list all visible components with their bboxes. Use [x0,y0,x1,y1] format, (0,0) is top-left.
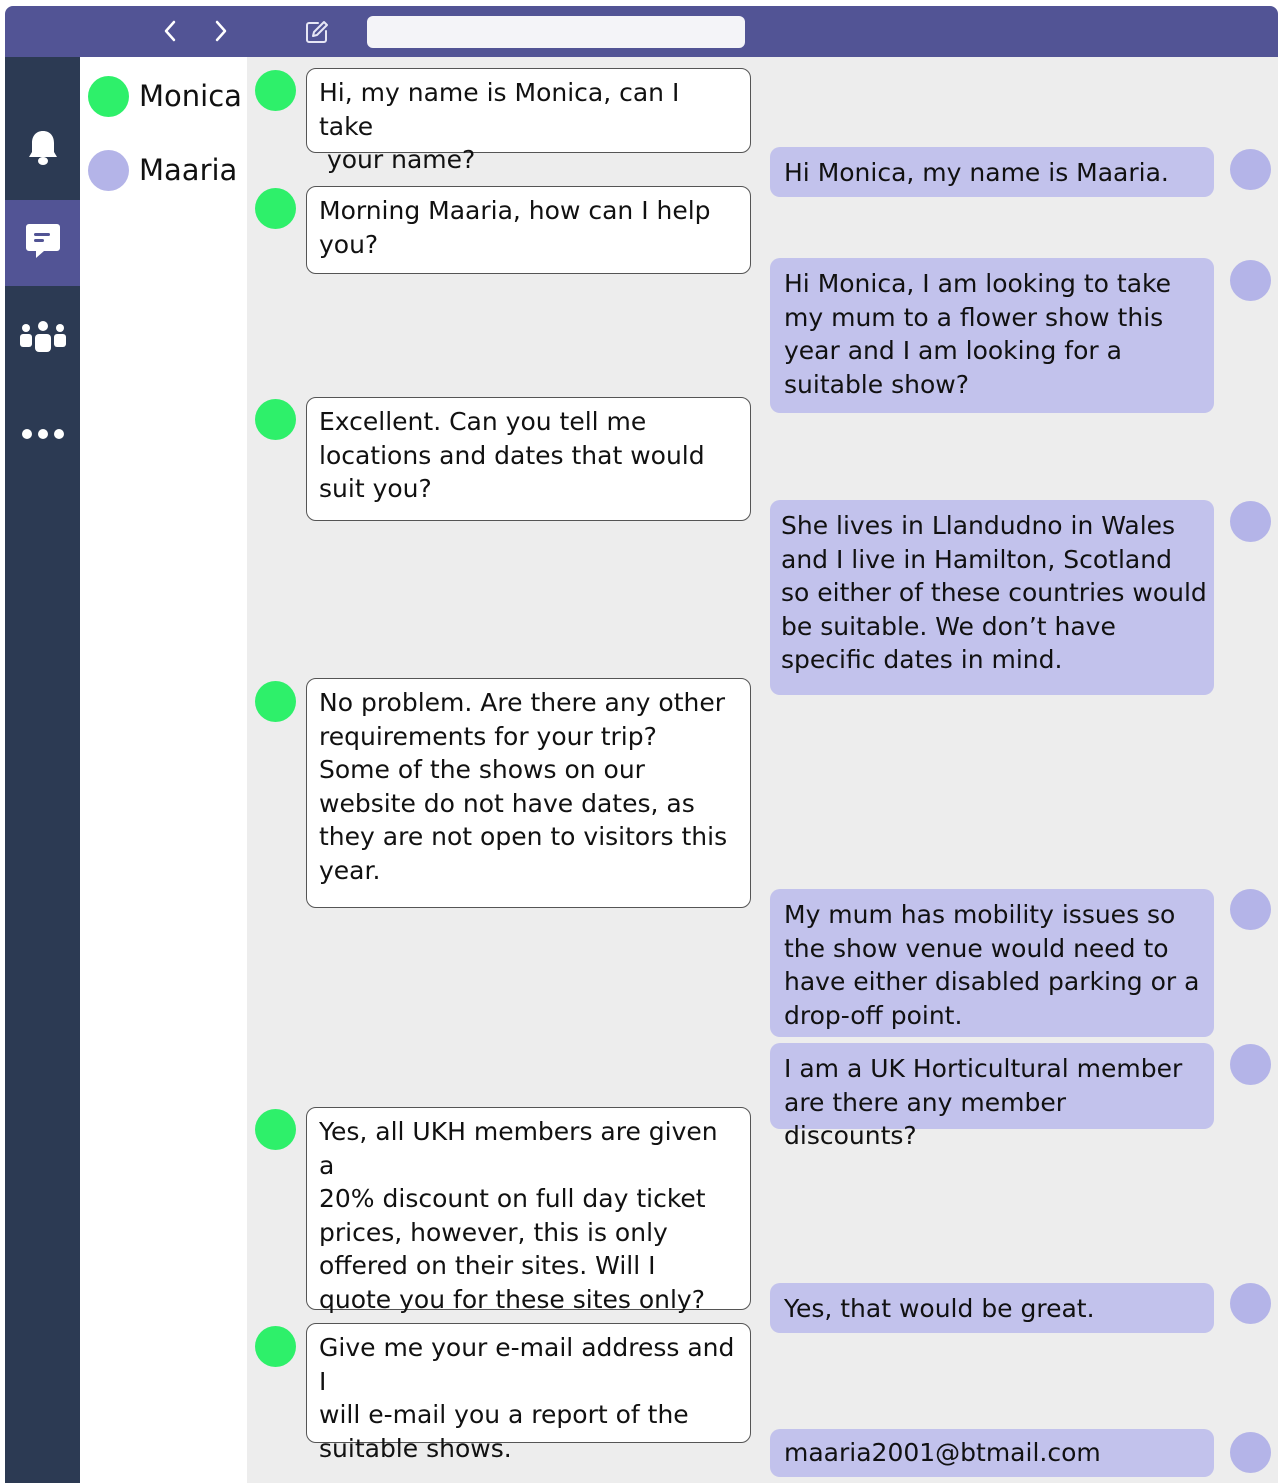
rail-item-teams[interactable] [5,297,80,383]
avatar-monica [255,1109,296,1150]
contact-name: Maaria [139,153,238,187]
rail-item-notifications[interactable] [5,106,80,192]
compose-icon[interactable] [303,18,331,46]
message-bubble-monica: Yes, all UKH members are given a 20% dis… [306,1107,751,1314]
title-bar [5,6,1278,57]
more-icon [21,425,65,444]
contact-monica[interactable]: Monica [88,74,242,118]
rail-item-chat[interactable] [5,200,80,286]
message-bubble-maaria: Hi Monica, I am looking to take my mum t… [770,258,1214,413]
chevron-left-icon[interactable] [157,18,183,44]
message-bubble-maaria: She lives in Llandudno in Wales and I li… [770,500,1214,695]
search-input[interactable] [367,16,745,48]
avatar-monica [255,1326,296,1367]
chat-icon [24,221,62,265]
people-icon [19,320,67,360]
message-bubble-monica: No problem. Are there any other requirem… [306,678,751,908]
avatar-monica [255,681,296,722]
avatar-monica [255,188,296,229]
avatar-maaria [1230,501,1271,542]
avatar [88,149,129,191]
avatar-monica [255,70,296,111]
avatar-maaria [1230,1044,1271,1085]
message-bubble-monica: Give me your e-mail address and I will e… [306,1323,751,1463]
avatar-monica [255,399,296,440]
avatar-maaria [1230,149,1271,190]
message-bubble-monica: Morning Maaria, how can I help you? [306,186,751,274]
avatar-maaria [1230,1432,1271,1473]
app-rail [5,57,80,1483]
message-bubble-monica: Excellent. Can you tell me locations and… [306,397,751,521]
message-bubble-maaria: I am a UK Horticultural member are there… [770,1043,1214,1150]
message-bubble-maaria: maaria2001@btmail.com [770,1429,1214,1477]
contact-list: Monica Maaria [80,57,247,1483]
contact-maaria[interactable]: Maaria [88,148,237,192]
rail-item-more[interactable] [5,391,80,477]
message-thread: Hi, my name is Monica, can I take your n… [247,57,1278,1483]
avatar-maaria [1230,889,1271,930]
bell-icon [26,128,60,170]
avatar-maaria [1230,1283,1271,1324]
chevron-right-icon[interactable] [208,18,234,44]
avatar [88,75,129,117]
message-bubble-maaria: My mum has mobility issues so the show v… [770,889,1214,1037]
message-bubble-maaria: Yes, that would be great. [770,1283,1214,1333]
avatar-maaria [1230,260,1271,301]
chat-app-window: Monica Maaria Hi, my name is Monica, can… [5,6,1278,1483]
message-bubble-maaria: Hi Monica, my name is Maaria. [770,147,1214,197]
message-bubble-monica: Hi, my name is Monica, can I take your n… [306,68,751,174]
contact-name: Monica [139,79,242,113]
